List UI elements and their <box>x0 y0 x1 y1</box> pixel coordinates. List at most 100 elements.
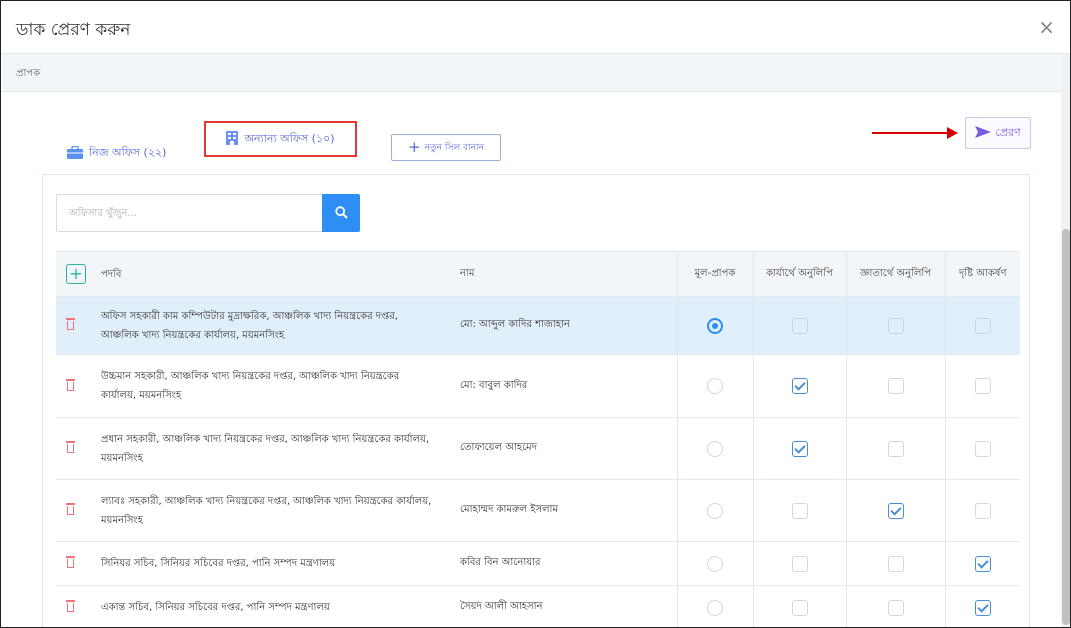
row-name: মোহাম্মদ কামরুল ইসলাম <box>453 479 677 542</box>
search-button[interactable] <box>322 194 360 232</box>
delete-icon[interactable] <box>66 378 75 391</box>
modal-title: ডাক প্রেরণ করুন <box>16 20 131 40</box>
delete-icon[interactable] <box>66 600 75 612</box>
cc-info-checkbox[interactable] <box>887 502 904 519</box>
new-seal-button-label: নতুন সিল বানান <box>424 143 484 153</box>
cc-action-cell <box>752 585 846 627</box>
send-icon <box>975 125 992 141</box>
attention-cell <box>944 479 1020 542</box>
plus-icon: + <box>408 138 421 156</box>
cc-action-cell <box>752 541 846 586</box>
row-actions-cell <box>56 541 94 586</box>
table-row: সিনিয়র সচিব, সিনিয়র সচিবের দপ্তর, পানি… <box>56 541 1020 586</box>
main-recipient-radio[interactable] <box>707 440 723 457</box>
main-recipient-cell <box>676 354 753 418</box>
row-designation: সিনিয়র সচিব, সিনিয়র সচিবের দপ্তর, পানি… <box>94 541 453 586</box>
header-add-cell: + <box>56 251 94 297</box>
cc-action-checkbox[interactable] <box>791 599 808 616</box>
main-recipient-cell <box>676 585 753 627</box>
row-actions-cell <box>56 479 94 542</box>
attention-checkbox[interactable] <box>974 378 991 394</box>
row-name: মো: আব্দুল কাদির শাজাহান <box>453 296 677 355</box>
cc-action-cell <box>752 417 846 480</box>
cc-info-checkbox[interactable] <box>887 599 904 616</box>
table-header-row: + পদবি নাম মূল-প্রাপক কার্যার্থে অনুলিপি… <box>56 251 1020 297</box>
cc-action-cell <box>752 479 846 542</box>
table-row: অফিস সহকারী কাম কম্পিউটার মুদ্রাক্ষরিক, … <box>56 296 1020 355</box>
cc-action-checkbox[interactable] <box>791 440 808 457</box>
header-cc-action: কার্যার্থে অনুলিপি <box>752 251 846 297</box>
main-recipient-cell <box>676 479 753 542</box>
cc-info-cell <box>845 479 945 542</box>
row-designation: ল্যাবঃ সহকারী, আঞ্চলিক খাদ্য নিয়ন্ত্রকে… <box>94 479 453 542</box>
main-recipient-cell <box>676 417 753 480</box>
header-main-recipient: মূল-প্রাপক <box>676 251 753 297</box>
row-designation: উচ্চমান সহকারী, আঞ্চলিক খাদ্য নিয়ন্ত্রক… <box>94 354 453 418</box>
main-recipient-radio[interactable] <box>707 378 723 394</box>
add-row-button[interactable]: + <box>66 264 86 284</box>
attention-cell <box>944 417 1020 480</box>
building-icon <box>226 130 239 148</box>
table-row: ল্যাবঃ সহকারী, আঞ্চলিক খাদ্য নিয়ন্ত্রকে… <box>56 479 1020 542</box>
tab-own-office[interactable]: নিজ অফিস (২২) <box>67 144 166 163</box>
main-recipient-radio[interactable] <box>707 555 723 572</box>
delete-icon[interactable] <box>66 556 75 568</box>
attention-cell <box>944 541 1020 586</box>
attention-checkbox[interactable] <box>974 555 991 572</box>
table-row: প্রধান সহকারী, আঞ্চলিক খাদ্য নিয়ন্ত্রকে… <box>56 417 1020 480</box>
recipient-table: + পদবি নাম মূল-প্রাপক কার্যার্থে অনুলিপি… <box>56 251 1020 627</box>
briefcase-icon <box>67 145 83 162</box>
cc-action-checkbox[interactable] <box>791 317 808 334</box>
scrollbar[interactable] <box>1061 54 1070 627</box>
cc-info-checkbox[interactable] <box>887 378 904 394</box>
row-actions-cell <box>56 585 94 627</box>
delete-icon[interactable] <box>66 441 75 453</box>
cc-info-cell <box>845 354 945 418</box>
row-actions-cell <box>56 417 94 480</box>
row-name: মো: বাবুল কাদির <box>453 354 677 418</box>
annotation-arrow-line <box>872 132 950 134</box>
row-designation: অফিস সহকারী কাম কম্পিউটার মুদ্রাক্ষরিক, … <box>94 296 453 355</box>
main-recipient-radio[interactable] <box>707 502 723 519</box>
cc-action-cell <box>752 296 846 355</box>
tab-other-offices-label: অন্যান্য অফিস (১০) <box>244 131 335 145</box>
cc-info-checkbox[interactable] <box>887 440 904 457</box>
header-name: নাম <box>453 251 677 297</box>
main-recipient-cell <box>676 296 753 355</box>
row-name: কবির বিন আনোয়ার <box>453 541 677 586</box>
attention-checkbox[interactable] <box>974 502 991 519</box>
cc-info-cell <box>845 417 945 480</box>
scrollbar-thumb[interactable] <box>1062 229 1070 625</box>
row-actions-cell <box>56 354 94 418</box>
search-input[interactable] <box>56 194 322 232</box>
cc-action-checkbox[interactable] <box>791 555 808 572</box>
cc-info-cell <box>845 585 945 627</box>
main-recipient-radio[interactable] <box>707 599 723 616</box>
send-button-label: প্রেরণ <box>995 125 1021 139</box>
cc-action-checkbox[interactable] <box>791 502 808 519</box>
delete-icon[interactable] <box>66 318 75 330</box>
attention-checkbox[interactable] <box>974 440 991 457</box>
cc-info-cell <box>845 296 945 355</box>
row-name: সৈয়দ আলী আহসান <box>453 585 677 627</box>
header-designation: পদবি <box>94 251 453 297</box>
new-seal-button[interactable]: + নতুন সিল বানান <box>391 134 501 161</box>
cc-info-checkbox[interactable] <box>887 317 904 334</box>
send-dak-modal: ডাক প্রেরণ করুন × প্রাপক নিজ অফিস (২২) অ… <box>0 0 1071 628</box>
row-designation: একান্ত সচিব, সিনিয়র সচিবের দপ্তর, পানি … <box>94 585 453 627</box>
tab-other-offices[interactable]: অন্যান্য অফিস (১০) <box>204 121 357 157</box>
delete-icon[interactable] <box>66 503 75 515</box>
send-button[interactable]: প্রেরণ <box>965 117 1031 149</box>
annotation-arrow-head <box>947 127 958 139</box>
attention-cell <box>944 296 1020 355</box>
attention-checkbox[interactable] <box>974 599 991 616</box>
table-row: একান্ত সচিব, সিনিয়র সচিবের দপ্তর, পানি … <box>56 585 1020 627</box>
header-attention: দৃষ্টি আকর্ষণ <box>944 251 1020 297</box>
search-icon <box>334 204 348 223</box>
table-row: উচ্চমান সহকারী, আঞ্চলিক খাদ্য নিয়ন্ত্রক… <box>56 354 1020 418</box>
main-recipient-radio[interactable] <box>707 317 723 334</box>
close-icon[interactable]: × <box>1038 15 1055 39</box>
attention-checkbox[interactable] <box>974 317 991 334</box>
cc-info-checkbox[interactable] <box>887 555 904 572</box>
cc-action-checkbox[interactable] <box>791 378 808 394</box>
